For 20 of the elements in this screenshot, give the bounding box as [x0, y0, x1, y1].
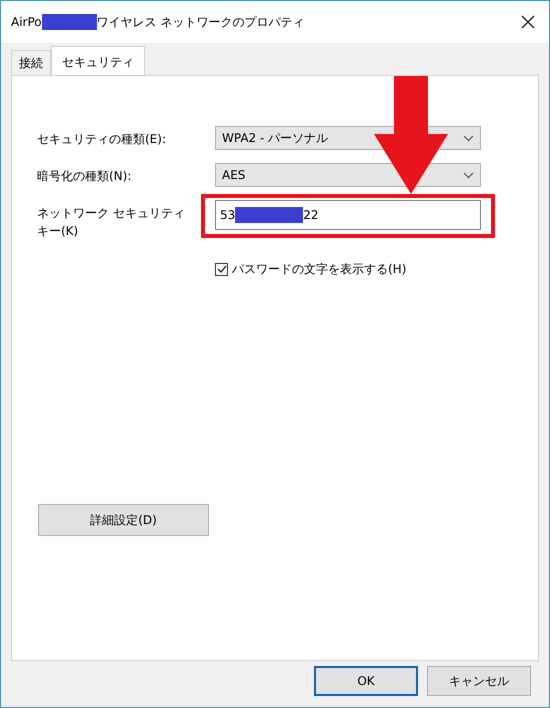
dialog-button[interactable]: OK	[314, 666, 418, 696]
field-label: セキュリティの種類(E):	[37, 131, 167, 148]
show-password-checkbox[interactable]: パスワードの文字を表示する(H)	[215, 260, 406, 278]
advanced-settings-button[interactable]: 詳細設定(D)	[38, 504, 209, 536]
field-value: 53	[220, 207, 236, 224]
window-title: ワイヤレス ネットワークのプロパティ	[96, 14, 304, 31]
dropdown[interactable]: AES	[215, 163, 481, 187]
dialog-button[interactable]: キャンセル	[427, 666, 531, 696]
chevron-down-icon	[463, 134, 474, 142]
key-field[interactable]: 53 22	[215, 200, 481, 230]
chevron-down-icon	[463, 172, 474, 178]
window-title: AirPo	[11, 14, 42, 31]
checkmark-icon	[216, 264, 226, 274]
field-value: 22	[303, 207, 319, 224]
close-icon[interactable]	[521, 15, 535, 29]
checkbox[interactable]	[215, 262, 228, 276]
tab[interactable]: セキュリティ	[51, 46, 145, 76]
tab[interactable]: 接続	[11, 50, 51, 75]
field-label: 暗号化の種類(N):	[37, 168, 132, 185]
field-label: ネットワーク セキュリティキー(K)	[37, 205, 186, 240]
